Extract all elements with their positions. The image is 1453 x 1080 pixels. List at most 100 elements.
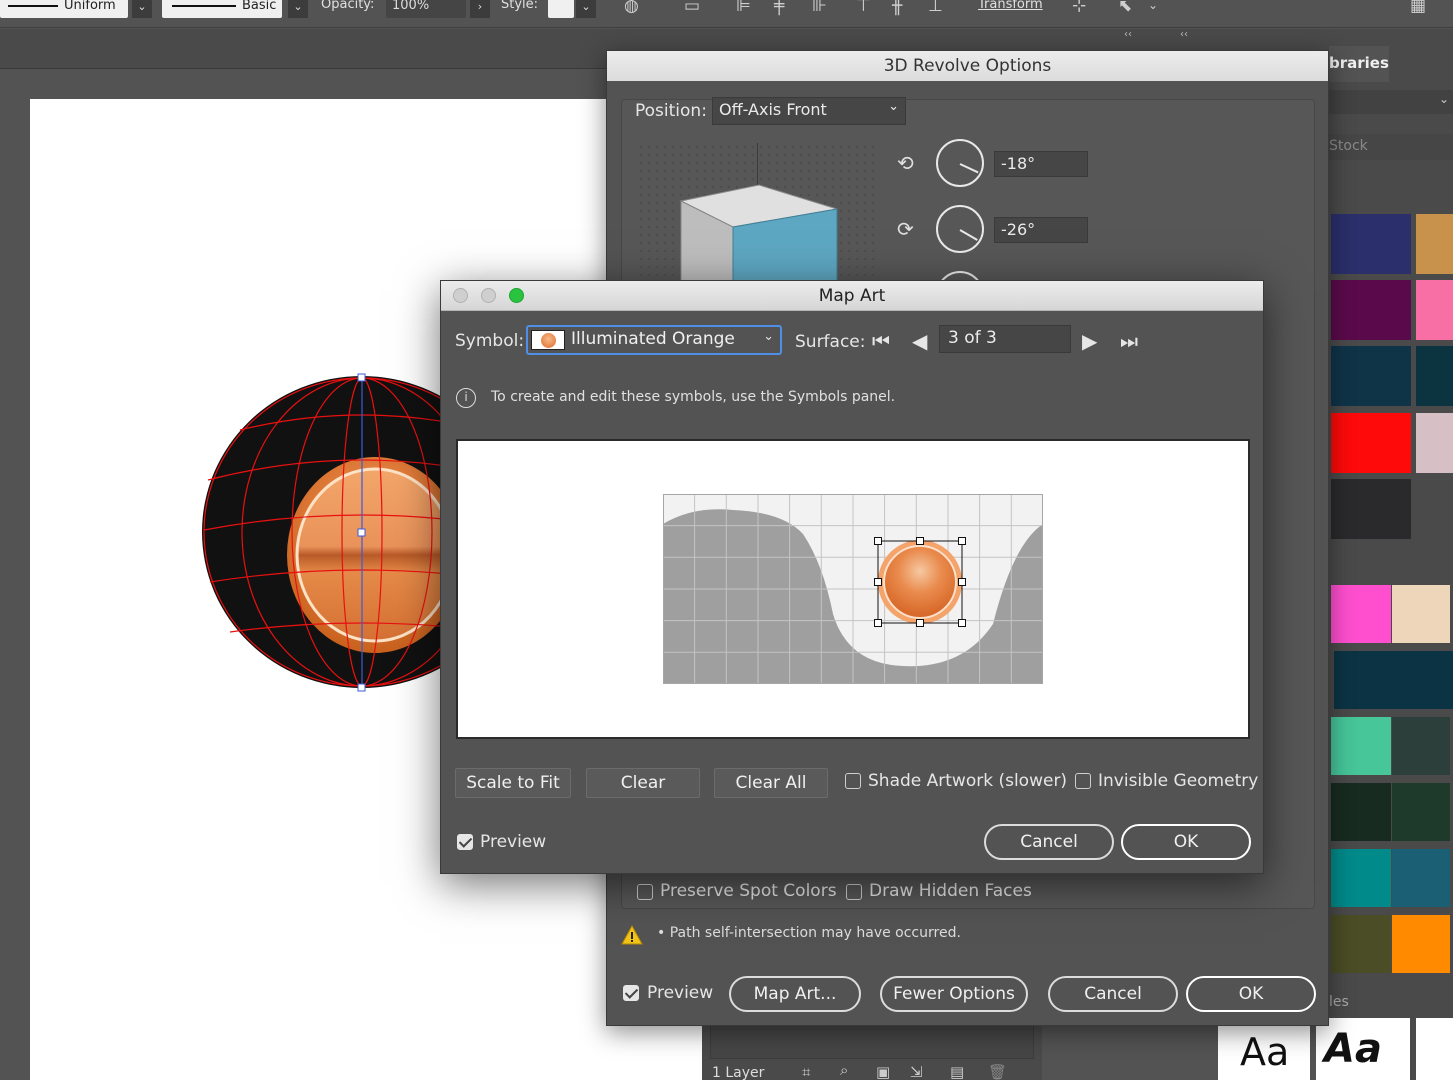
clear-button[interactable]: Clear [586, 768, 700, 798]
styles-section-label: les [1329, 994, 1349, 1010]
preserve-spot-colors-checkbox[interactable] [637, 884, 653, 900]
color-swatch[interactable] [1331, 849, 1391, 907]
align-top-icon[interactable]: ⊤ [856, 0, 871, 16]
color-swatch[interactable] [1392, 783, 1450, 841]
clear-all-button[interactable]: Clear All [714, 768, 828, 798]
opacity-input[interactable]: 100% [386, 0, 466, 18]
map-art-ok-button[interactable]: OK [1121, 824, 1251, 860]
scale-to-fit-button[interactable]: Scale to Fit [455, 768, 571, 798]
trash-icon[interactable]: 🗑 [988, 1063, 1007, 1080]
color-swatch[interactable] [1416, 280, 1453, 340]
previous-surface-icon[interactable]: ◀ [912, 329, 927, 353]
color-swatch[interactable] [1331, 585, 1391, 643]
chevron-down-icon[interactable]: ⌄ [576, 0, 596, 18]
surface-input[interactable]: 3 of 3 [939, 325, 1071, 353]
align-center-icon[interactable]: ╪ [774, 0, 784, 16]
map-art-button[interactable]: Map Art... [729, 976, 861, 1012]
color-swatch[interactable] [1331, 915, 1391, 973]
style-swatch[interactable] [548, 0, 574, 18]
search-icon[interactable]: ⌕ [840, 1061, 848, 1079]
color-swatch[interactable] [1392, 849, 1450, 907]
new-sublayer-icon[interactable]: ⇲ [910, 1063, 923, 1080]
stroke-profile-select[interactable]: Uniform [0, 0, 128, 18]
char-style-tile[interactable]: Aa [1218, 1018, 1310, 1080]
collapse-icon[interactable]: ‹‹ [1124, 29, 1132, 47]
tab-libraries[interactable]: braries [1329, 46, 1389, 82]
close-icon[interactable] [453, 288, 468, 303]
isolate-icon[interactable]: ⊹ [1072, 0, 1086, 16]
stock-search-placeholder: Stock [1329, 138, 1368, 154]
rotate-x-dial[interactable] [936, 139, 984, 187]
align-right-icon[interactable]: ⊪ [812, 0, 827, 16]
clipping-mask-icon[interactable]: ▣ [876, 1063, 890, 1080]
library-select[interactable]: ⌄ [1329, 90, 1453, 114]
last-surface-icon[interactable]: ⏭ [1120, 329, 1138, 353]
chevron-down-icon[interactable]: ⌄ [1148, 0, 1158, 12]
color-swatch[interactable] [1331, 479, 1411, 539]
chevron-right-icon[interactable]: › [470, 0, 490, 18]
rotate-y-dial[interactable] [936, 205, 984, 253]
color-swatch[interactable] [1331, 346, 1411, 406]
rotate-y-value: -26° [1001, 220, 1036, 239]
fewer-options-button[interactable]: Fewer Options [880, 976, 1028, 1012]
char-style-sample: Aa [1240, 1030, 1290, 1074]
recolor-icon[interactable]: ◍ [624, 0, 639, 16]
color-swatch[interactable] [1392, 585, 1450, 643]
first-surface-icon[interactable]: ⏮ [872, 329, 890, 353]
map-art-preview[interactable] [456, 439, 1250, 739]
revolve-cancel-button[interactable]: Cancel [1048, 976, 1178, 1012]
invisible-geometry-label: Invisible Geometry [1098, 771, 1259, 791]
sphere-artwork[interactable] [200, 370, 460, 700]
rotation-cube[interactable] [677, 181, 847, 291]
warning-icon [621, 925, 643, 945]
map-art-preview-checkbox[interactable] [457, 834, 473, 850]
char-style-tile[interactable] [1416, 1018, 1453, 1080]
color-swatch[interactable] [1331, 214, 1411, 274]
surface-map[interactable] [663, 494, 1045, 686]
map-art-cancel-button[interactable]: Cancel [984, 824, 1114, 860]
opacity-value: 100% [392, 0, 430, 13]
select-similar-icon[interactable]: ⬉ [1118, 0, 1132, 16]
position-select[interactable]: Off-Axis Front ⌄ [712, 97, 906, 125]
next-surface-icon[interactable]: ▶ [1082, 329, 1097, 353]
color-swatch[interactable] [1331, 783, 1391, 841]
shade-artwork-checkbox[interactable] [845, 773, 861, 789]
align-middle-icon[interactable]: ╫ [892, 0, 902, 16]
color-swatch[interactable] [1416, 413, 1453, 473]
zoom-icon[interactable] [509, 288, 524, 303]
chevron-down-icon[interactable]: ⌄ [288, 0, 308, 18]
rotate-x-input[interactable]: -18° [994, 151, 1088, 177]
align-to-icon[interactable]: ▭ [684, 0, 700, 16]
locate-object-icon[interactable]: ⌗ [802, 1063, 810, 1080]
align-left-icon[interactable]: ⊫ [736, 0, 751, 16]
color-swatch[interactable] [1392, 717, 1450, 775]
warning-text: • Path self-intersection may have occurr… [657, 925, 961, 941]
new-layer-icon[interactable]: ▤ [950, 1063, 964, 1080]
color-swatch[interactable] [1416, 346, 1453, 406]
style-label: Style: [501, 0, 539, 12]
color-swatch[interactable] [1334, 651, 1453, 709]
stock-search-input[interactable]: Stock [1329, 134, 1453, 160]
collapse-icon[interactable]: ‹‹ [1180, 29, 1188, 47]
panel-menu-icon[interactable]: ▦ [1410, 0, 1426, 16]
minimize-icon[interactable] [481, 288, 496, 303]
color-swatch[interactable] [1331, 280, 1411, 340]
align-bottom-icon[interactable]: ⊥ [928, 0, 943, 16]
color-swatch[interactable] [1392, 915, 1450, 973]
brush-select[interactable]: Basic [162, 0, 282, 18]
brush-label: Basic [242, 0, 277, 13]
char-style-tile[interactable]: Aa [1316, 1018, 1410, 1080]
color-swatch[interactable] [1331, 717, 1391, 775]
revolve-ok-button[interactable]: OK [1186, 976, 1316, 1012]
transform-link[interactable]: Transform [978, 0, 1043, 12]
chevron-down-icon[interactable]: ⌄ [132, 0, 152, 18]
map-art-preview-label: Preview [480, 832, 547, 852]
position-label: Position: [635, 101, 707, 121]
invisible-geometry-checkbox[interactable] [1075, 773, 1091, 789]
color-swatch[interactable] [1416, 214, 1453, 274]
draw-hidden-faces-checkbox[interactable] [846, 884, 862, 900]
color-swatch[interactable] [1331, 413, 1411, 473]
revolve-preview-checkbox[interactable] [623, 985, 639, 1001]
rotate-y-input[interactable]: -26° [994, 217, 1088, 243]
symbol-select[interactable]: Illuminated Orange ⌄ [526, 325, 782, 355]
